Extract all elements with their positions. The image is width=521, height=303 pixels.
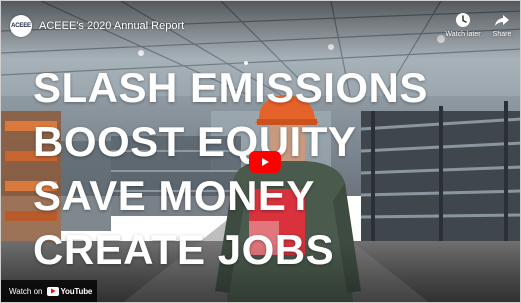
youtube-logo: YouTube [46,286,93,296]
play-icon [262,158,269,166]
headline-line-3: SAVE MONEY [33,172,315,219]
headline-line-2: BOOST EQUITY [33,118,357,165]
share-arrow-icon [495,15,509,26]
share-button[interactable]: Share [482,12,520,38]
youtube-play-icon [46,286,59,296]
channel-avatar-text: ACEEE [11,23,31,29]
watch-on-youtube-button[interactable]: Watch on YouTube [1,280,97,302]
youtube-logo-text: YouTube [60,286,93,296]
channel-avatar[interactable]: ACEEE [10,15,32,37]
share-label: Share [492,31,512,38]
watch-later-button[interactable]: Watch later [443,12,483,38]
play-button[interactable] [249,151,281,173]
headline-overlay: SLASH EMISSIONS BOOST EQUITY SAVE MONEY … [33,61,428,277]
headline-line-4: CREATE JOBS [33,226,335,273]
watch-later-label: Watch later [445,31,481,38]
video-player[interactable]: ACEEE ACEEE's 2020 Annual Report Watch l… [0,0,521,303]
headline-line-1: SLASH EMISSIONS [33,64,428,111]
video-title[interactable]: ACEEE's 2020 Annual Report [39,20,184,32]
watch-on-label: Watch on [9,286,43,296]
clock-icon [456,13,470,27]
